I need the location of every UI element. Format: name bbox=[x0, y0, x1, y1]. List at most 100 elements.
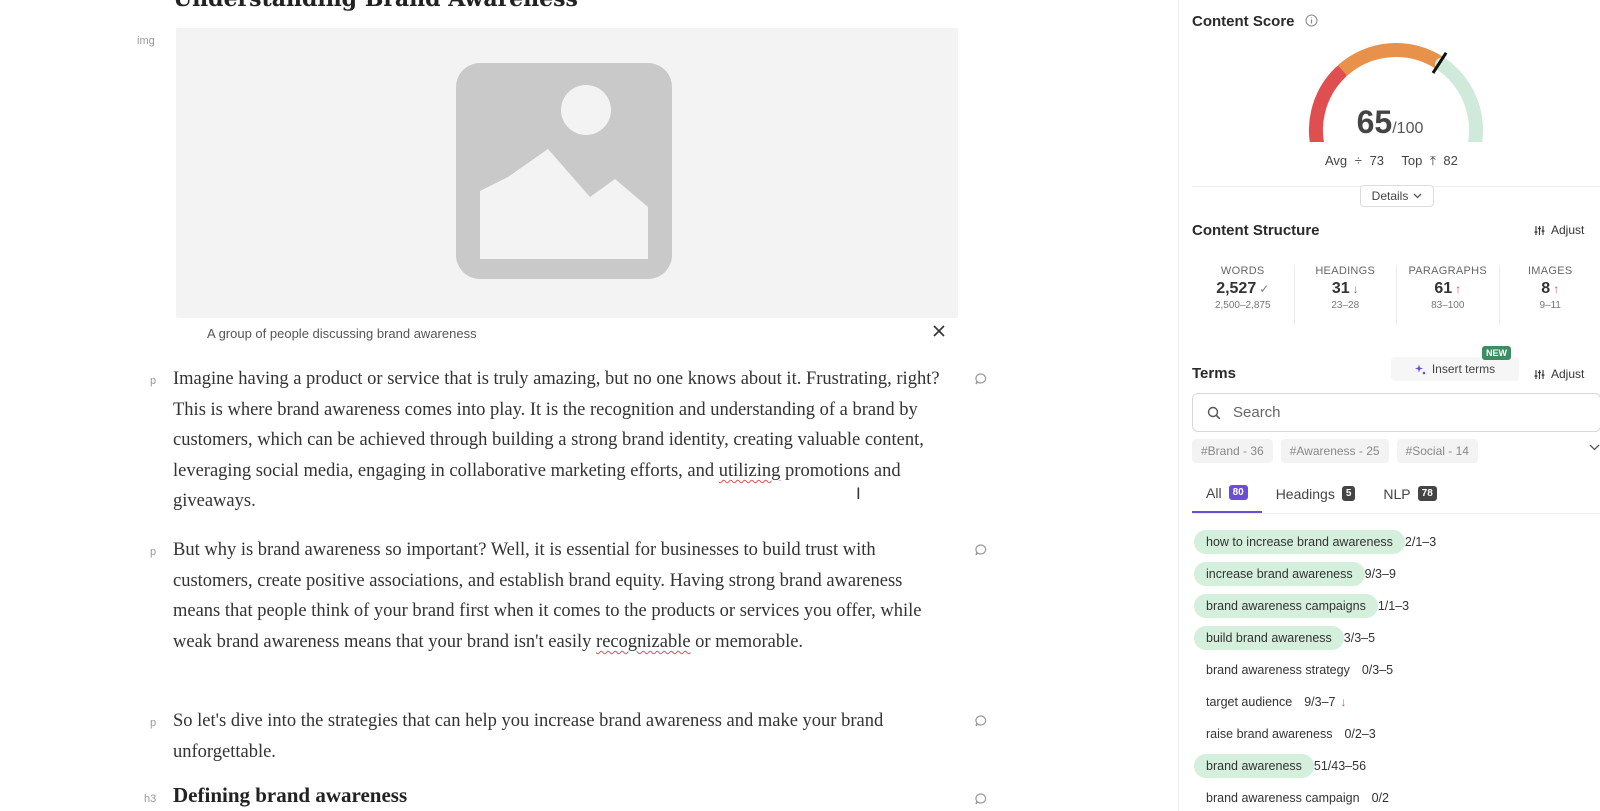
adjust-label: Adjust bbox=[1551, 223, 1585, 237]
chevron-down-icon bbox=[1413, 193, 1422, 199]
metric-range: 83–100 bbox=[1431, 300, 1465, 311]
metric-label: WORDS bbox=[1220, 265, 1265, 277]
arrow-down-icon: ↓ bbox=[1352, 282, 1359, 296]
arrow-up-icon: ↑ bbox=[1455, 282, 1462, 296]
term-chip[interactable]: brand awareness strategy bbox=[1194, 658, 1362, 682]
top-icon: ⤒ bbox=[1430, 153, 1436, 168]
tab-all[interactable]: All 80 bbox=[1192, 474, 1262, 513]
term-count: 0/2–3 bbox=[1344, 727, 1376, 741]
adjust-terms-button[interactable]: Adjust bbox=[1534, 367, 1584, 381]
metric-label: HEADINGS bbox=[1315, 265, 1376, 277]
heading-defining-brand-awareness[interactable]: Defining brand awareness bbox=[173, 783, 407, 808]
tab-label: NLP bbox=[1383, 485, 1411, 502]
tab-nlp[interactable]: NLP 78 bbox=[1369, 474, 1450, 513]
heading-understanding-brand-awareness[interactable]: Understanding Brand Awareness bbox=[173, 0, 578, 12]
comment-icon[interactable] bbox=[974, 792, 988, 806]
metric-headings: HEADINGS 31 ↓ 23–28 bbox=[1295, 265, 1397, 325]
hashtag-chip[interactable]: #Awareness - 25 bbox=[1280, 439, 1389, 463]
sliders-icon bbox=[1534, 369, 1545, 379]
avg-label: Avg bbox=[1325, 153, 1348, 168]
term-count: 51/43–56 bbox=[1313, 759, 1367, 773]
term-chip[interactable]: increase brand awareness bbox=[1194, 562, 1365, 586]
metric-number: 8 bbox=[1541, 280, 1551, 297]
content-score-value: 65/100 bbox=[1179, 104, 1600, 141]
term-chip[interactable]: target audience bbox=[1194, 690, 1304, 714]
tab-count-badge: 78 bbox=[1417, 486, 1437, 501]
editor-pane[interactable]: Understanding Brand Awareness img A grou… bbox=[0, 0, 1180, 811]
term-chip[interactable]: how to increase brand awareness bbox=[1194, 530, 1405, 554]
misspelled-word[interactable]: recognizable bbox=[596, 632, 691, 652]
close-icon[interactable] bbox=[930, 322, 948, 340]
metric-value: 31 ↓ bbox=[1295, 280, 1397, 298]
tab-count-badge: 80 bbox=[1228, 485, 1248, 500]
adjust-label: Adjust bbox=[1551, 367, 1585, 381]
top-label: Top bbox=[1401, 153, 1423, 168]
search-input[interactable] bbox=[1233, 394, 1593, 431]
paragraph[interactable]: So let's dive into the strategies that c… bbox=[173, 706, 953, 767]
block-tag-p: p bbox=[150, 717, 157, 729]
metric-images: IMAGES 8 ↑ 9–11 bbox=[1500, 265, 1600, 325]
seo-sidebar: Content Score 65/100 Avg ÷ 73 Top ⤒ 82 D… bbox=[1178, 0, 1600, 811]
term-count: 9/3–7 ↓ bbox=[1304, 695, 1358, 709]
block-tag-img: img bbox=[137, 35, 155, 47]
arrow-down-icon: ↓ bbox=[1340, 695, 1347, 709]
image-caption[interactable]: A group of people discussing brand aware… bbox=[207, 326, 477, 341]
hashtag-chip[interactable]: #Brand - 36 bbox=[1192, 439, 1273, 463]
comment-icon[interactable] bbox=[974, 372, 988, 386]
sliders-icon bbox=[1534, 225, 1545, 235]
block-tag-h3: h3 bbox=[144, 793, 157, 805]
text-cursor-icon: I bbox=[856, 484, 861, 503]
metric-label: PARAGRAPHS bbox=[1408, 265, 1488, 277]
metric-value: 61 ↑ bbox=[1397, 280, 1499, 298]
tab-count-badge: 5 bbox=[1341, 486, 1356, 501]
tab-headings[interactable]: Headings 5 bbox=[1262, 474, 1370, 513]
score-out-of: /100 bbox=[1392, 120, 1424, 137]
adjust-structure-button[interactable]: Adjust bbox=[1534, 223, 1584, 237]
term-count-value: 9/3–7 bbox=[1304, 695, 1336, 709]
metric-paragraphs: PARAGRAPHS 61 ↑ 83–100 bbox=[1397, 265, 1500, 325]
terms-tabs: All 80 Headings 5 NLP 78 bbox=[1192, 474, 1600, 514]
term-chip[interactable]: raise brand awareness bbox=[1194, 722, 1344, 746]
tab-label: Headings bbox=[1275, 485, 1335, 502]
term-chip[interactable]: brand awareness campaigns bbox=[1194, 594, 1378, 618]
term-item: target audience 9/3–7 ↓ bbox=[1194, 690, 1448, 714]
block-tag-p: p bbox=[150, 375, 157, 387]
term-chip[interactable]: brand awareness bbox=[1194, 754, 1314, 778]
comment-icon[interactable] bbox=[974, 543, 988, 557]
term-count: 2/1–3 bbox=[1404, 535, 1437, 549]
insert-terms-button[interactable]: Insert terms bbox=[1391, 357, 1519, 381]
term-count: 0/3–5 bbox=[1361, 663, 1394, 677]
term-item: build brand awareness 3/3–5 bbox=[1194, 626, 1448, 650]
paragraph-text: So let's dive into the strategies that c… bbox=[173, 711, 884, 762]
details-button[interactable]: Details bbox=[1360, 185, 1434, 207]
metric-label: IMAGES bbox=[1527, 265, 1573, 277]
chevron-down-icon[interactable] bbox=[1589, 444, 1600, 451]
sun-shape bbox=[561, 85, 611, 135]
metric-value: 2,527 ✓ bbox=[1192, 280, 1294, 298]
insert-terms-label: Insert terms bbox=[1431, 362, 1496, 376]
avg-value: 73 bbox=[1369, 153, 1385, 168]
terms-search-field[interactable] bbox=[1192, 393, 1600, 432]
info-icon[interactable] bbox=[1305, 14, 1318, 27]
term-item: brand awareness campaign 0/2 bbox=[1194, 786, 1448, 810]
hashtag-chip[interactable]: #Social - 14 bbox=[1396, 439, 1478, 463]
check-icon: ✓ bbox=[1259, 282, 1270, 296]
paragraph-text: But why is brand awareness so important?… bbox=[173, 540, 922, 652]
paragraph-text: or memorable. bbox=[690, 631, 804, 652]
arrow-up-icon: ↑ bbox=[1553, 282, 1560, 296]
paragraph[interactable]: Imagine having a product or service that… bbox=[173, 364, 953, 517]
score-benchmarks: Avg ÷ 73 Top ⤒ 82 bbox=[1325, 153, 1462, 169]
terms-list: how to increase brand awareness 2/1–3 inc… bbox=[1194, 530, 1448, 811]
term-chip[interactable]: build brand awareness bbox=[1194, 626, 1344, 650]
term-chip[interactable]: brand awareness campaign bbox=[1194, 786, 1372, 810]
average-icon: ÷ bbox=[1354, 153, 1362, 168]
comment-icon[interactable] bbox=[974, 714, 988, 728]
content-structure-title: Content Structure bbox=[1192, 222, 1320, 239]
paragraph[interactable]: But why is brand awareness so important?… bbox=[173, 535, 953, 657]
terms-title: Terms bbox=[1192, 365, 1236, 382]
metric-number: 31 bbox=[1331, 280, 1350, 297]
term-item: how to increase brand awareness 2/1–3 bbox=[1194, 530, 1448, 554]
term-item: brand awareness campaigns 1/1–3 bbox=[1194, 594, 1448, 618]
misspelled-word[interactable]: utilizing bbox=[719, 461, 781, 481]
term-item: raise brand awareness 0/2–3 bbox=[1194, 722, 1448, 746]
